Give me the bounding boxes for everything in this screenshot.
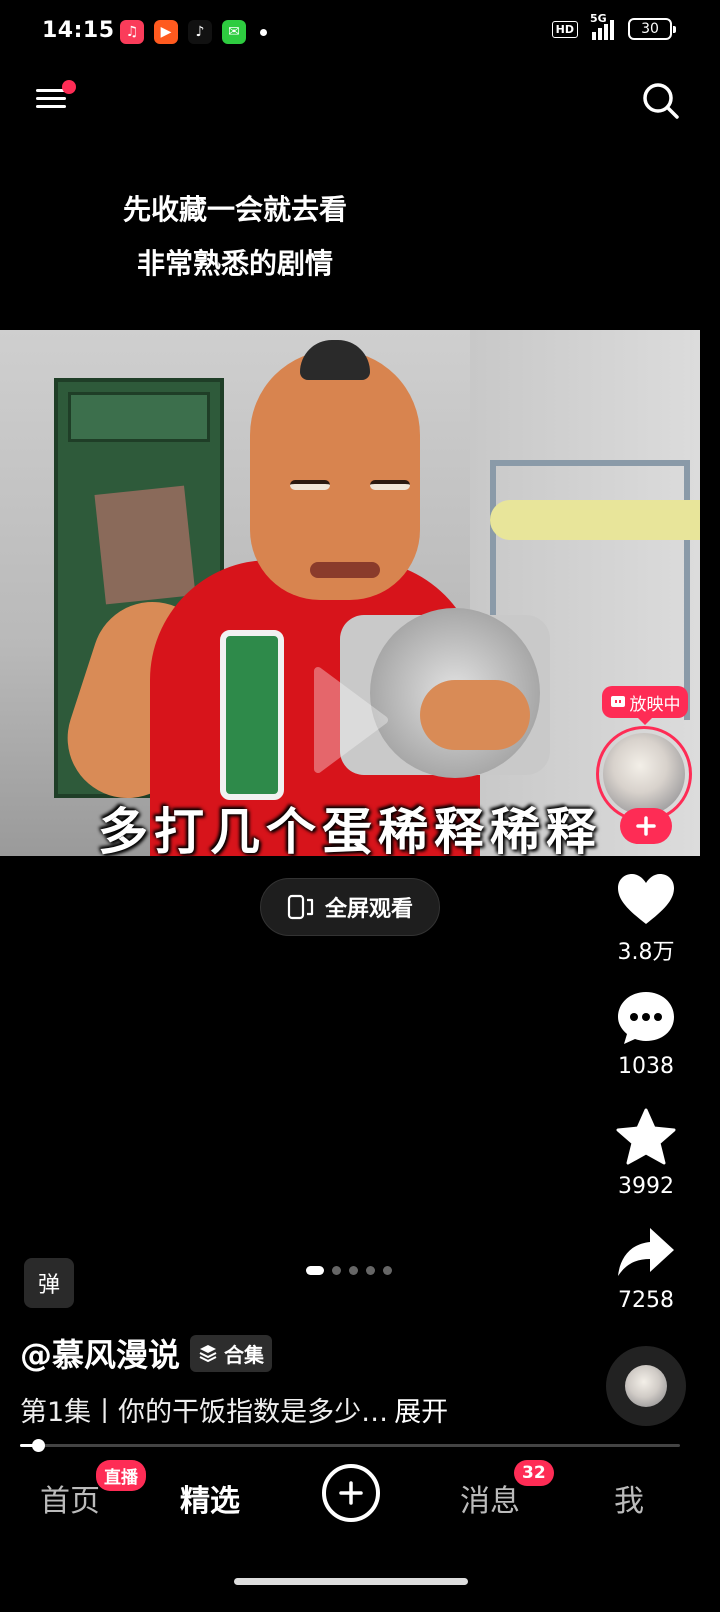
- video-progress-bar[interactable]: [20, 1439, 680, 1452]
- signal-icon: 5G: [590, 12, 614, 40]
- status-time: 14:15: [42, 18, 115, 43]
- caption-line-2: 非常熟悉的剧情: [136, 247, 333, 280]
- video-subtitle: 多打几个蛋稀释稀释: [98, 803, 602, 856]
- collection-label: 合集: [224, 1342, 265, 1367]
- like-count: 3.8万: [617, 940, 675, 965]
- nav-messages[interactable]: 消息: [460, 1476, 520, 1520]
- comment-button[interactable]: 1038: [606, 990, 686, 1079]
- status-bar: 14:15 ♫ ▶ ♪ ✉ HD 5G 30: [0, 0, 720, 64]
- messages-badge: 32: [514, 1460, 554, 1486]
- character-eye: [370, 480, 410, 490]
- plus-icon: [339, 1481, 363, 1505]
- plus-icon: [636, 816, 656, 836]
- music-disc[interactable]: [606, 1346, 686, 1426]
- tiktok-app-icon: ♪: [188, 20, 212, 44]
- home-indicator: [234, 1578, 468, 1585]
- nav-me[interactable]: 我: [614, 1476, 644, 1520]
- heart-icon: [618, 874, 674, 924]
- tv-icon: [610, 696, 625, 707]
- play-icon[interactable]: [310, 665, 390, 775]
- rotate-screen-icon: [287, 894, 314, 920]
- status-app-icons: ♫ ▶ ♪ ✉: [120, 20, 267, 44]
- live-screening-label: 放映中: [629, 694, 681, 715]
- expand-link[interactable]: 展开: [394, 1397, 448, 1428]
- music-app-icon: ♫: [120, 20, 144, 44]
- share-button[interactable]: 7258: [606, 1226, 686, 1313]
- layers-icon: [199, 1345, 217, 1363]
- danmaku-button[interactable]: 弹: [24, 1258, 74, 1308]
- author-row: @慕风漫说 合集: [20, 1330, 273, 1376]
- character-eye: [290, 480, 330, 490]
- progress-knob[interactable]: [31, 1439, 45, 1452]
- fullscreen-label: 全屏观看: [324, 897, 413, 922]
- notification-dot: [62, 80, 76, 94]
- video-description: 第1集丨你的干饭指数是多少… 展开: [20, 1390, 448, 1429]
- character-mouth: [310, 562, 380, 578]
- spray-can: [220, 630, 284, 800]
- video-player[interactable]: 多打几个蛋稀释稀释: [0, 330, 700, 856]
- character-hair: [300, 340, 370, 380]
- comment-icon: [618, 992, 674, 1044]
- share-icon: [618, 1228, 674, 1276]
- collection-badge[interactable]: 合集: [190, 1334, 273, 1372]
- more-notifications-dot: [260, 28, 267, 36]
- search-icon[interactable]: [642, 82, 680, 120]
- share-count: 7258: [618, 1288, 674, 1313]
- status-right: HD 5G 30: [551, 12, 676, 40]
- battery-level: 30: [641, 21, 659, 37]
- like-button[interactable]: 3.8万: [606, 872, 686, 966]
- description-text: 第1集丨你的干饭指数是多少…: [20, 1397, 389, 1428]
- fullscreen-button[interactable]: 全屏观看: [260, 878, 440, 936]
- character-hand: [420, 680, 530, 750]
- favorite-count: 3992: [618, 1174, 674, 1199]
- scene-bed-sheet: [490, 500, 700, 540]
- page-indicator: [306, 1266, 392, 1275]
- author-name[interactable]: @慕风漫说: [20, 1330, 180, 1376]
- star-icon: [616, 1108, 676, 1165]
- live-badge: 直播: [96, 1460, 146, 1491]
- battery-icon: 30: [628, 18, 676, 40]
- menu-button[interactable]: [36, 80, 76, 118]
- caption-line-1: 先收藏一会就去看: [122, 193, 347, 226]
- video-app-icon: ▶: [154, 20, 178, 44]
- favorite-button[interactable]: 3992: [606, 1108, 686, 1199]
- live-screening-tag[interactable]: 放映中: [602, 686, 688, 725]
- nav-featured[interactable]: 精选: [180, 1476, 240, 1520]
- follow-button[interactable]: [620, 808, 672, 844]
- comment-count: 1038: [618, 1054, 674, 1079]
- scene-poster: [94, 485, 196, 605]
- nav-home[interactable]: 首页: [40, 1476, 100, 1520]
- hd-icon: HD: [551, 20, 578, 38]
- chat-app-icon: ✉: [222, 20, 246, 44]
- bottom-nav: 首页 直播 精选 消息 32 我: [0, 1458, 720, 1548]
- create-button[interactable]: [322, 1464, 380, 1522]
